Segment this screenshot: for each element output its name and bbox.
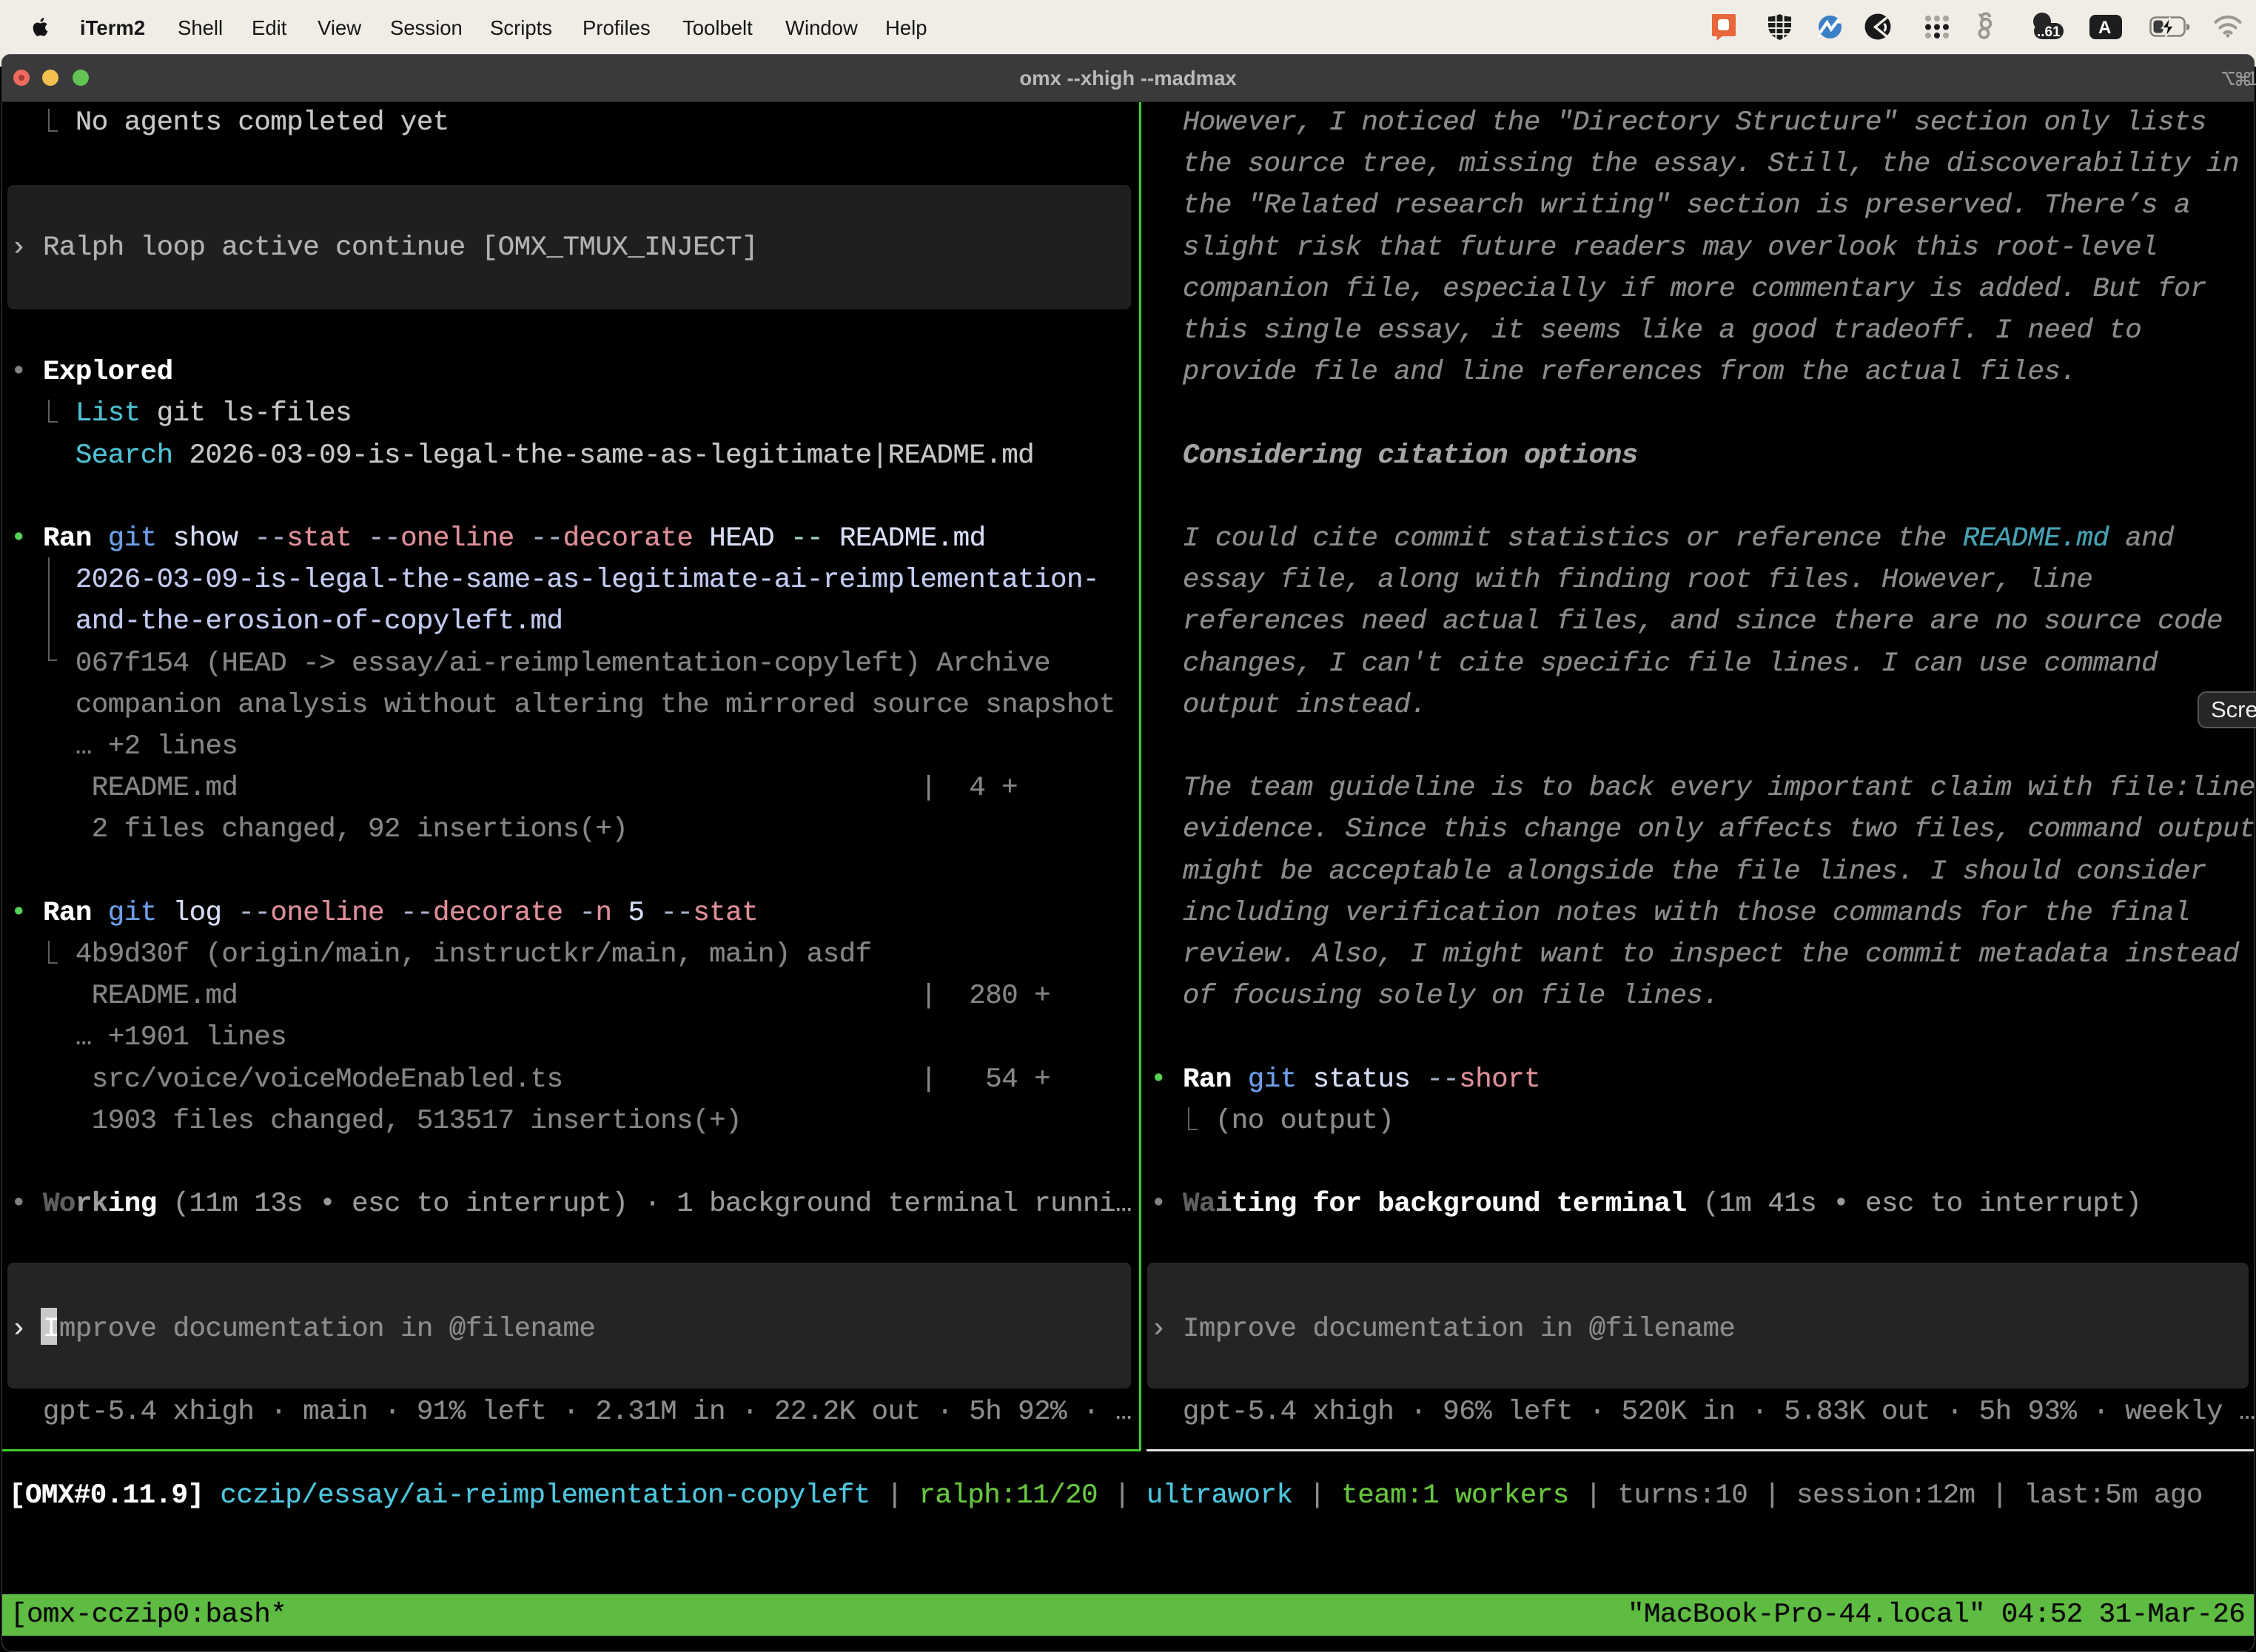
svg-text:..61: ..61 bbox=[2037, 24, 2061, 40]
svg-text:A: A bbox=[2098, 18, 2111, 38]
